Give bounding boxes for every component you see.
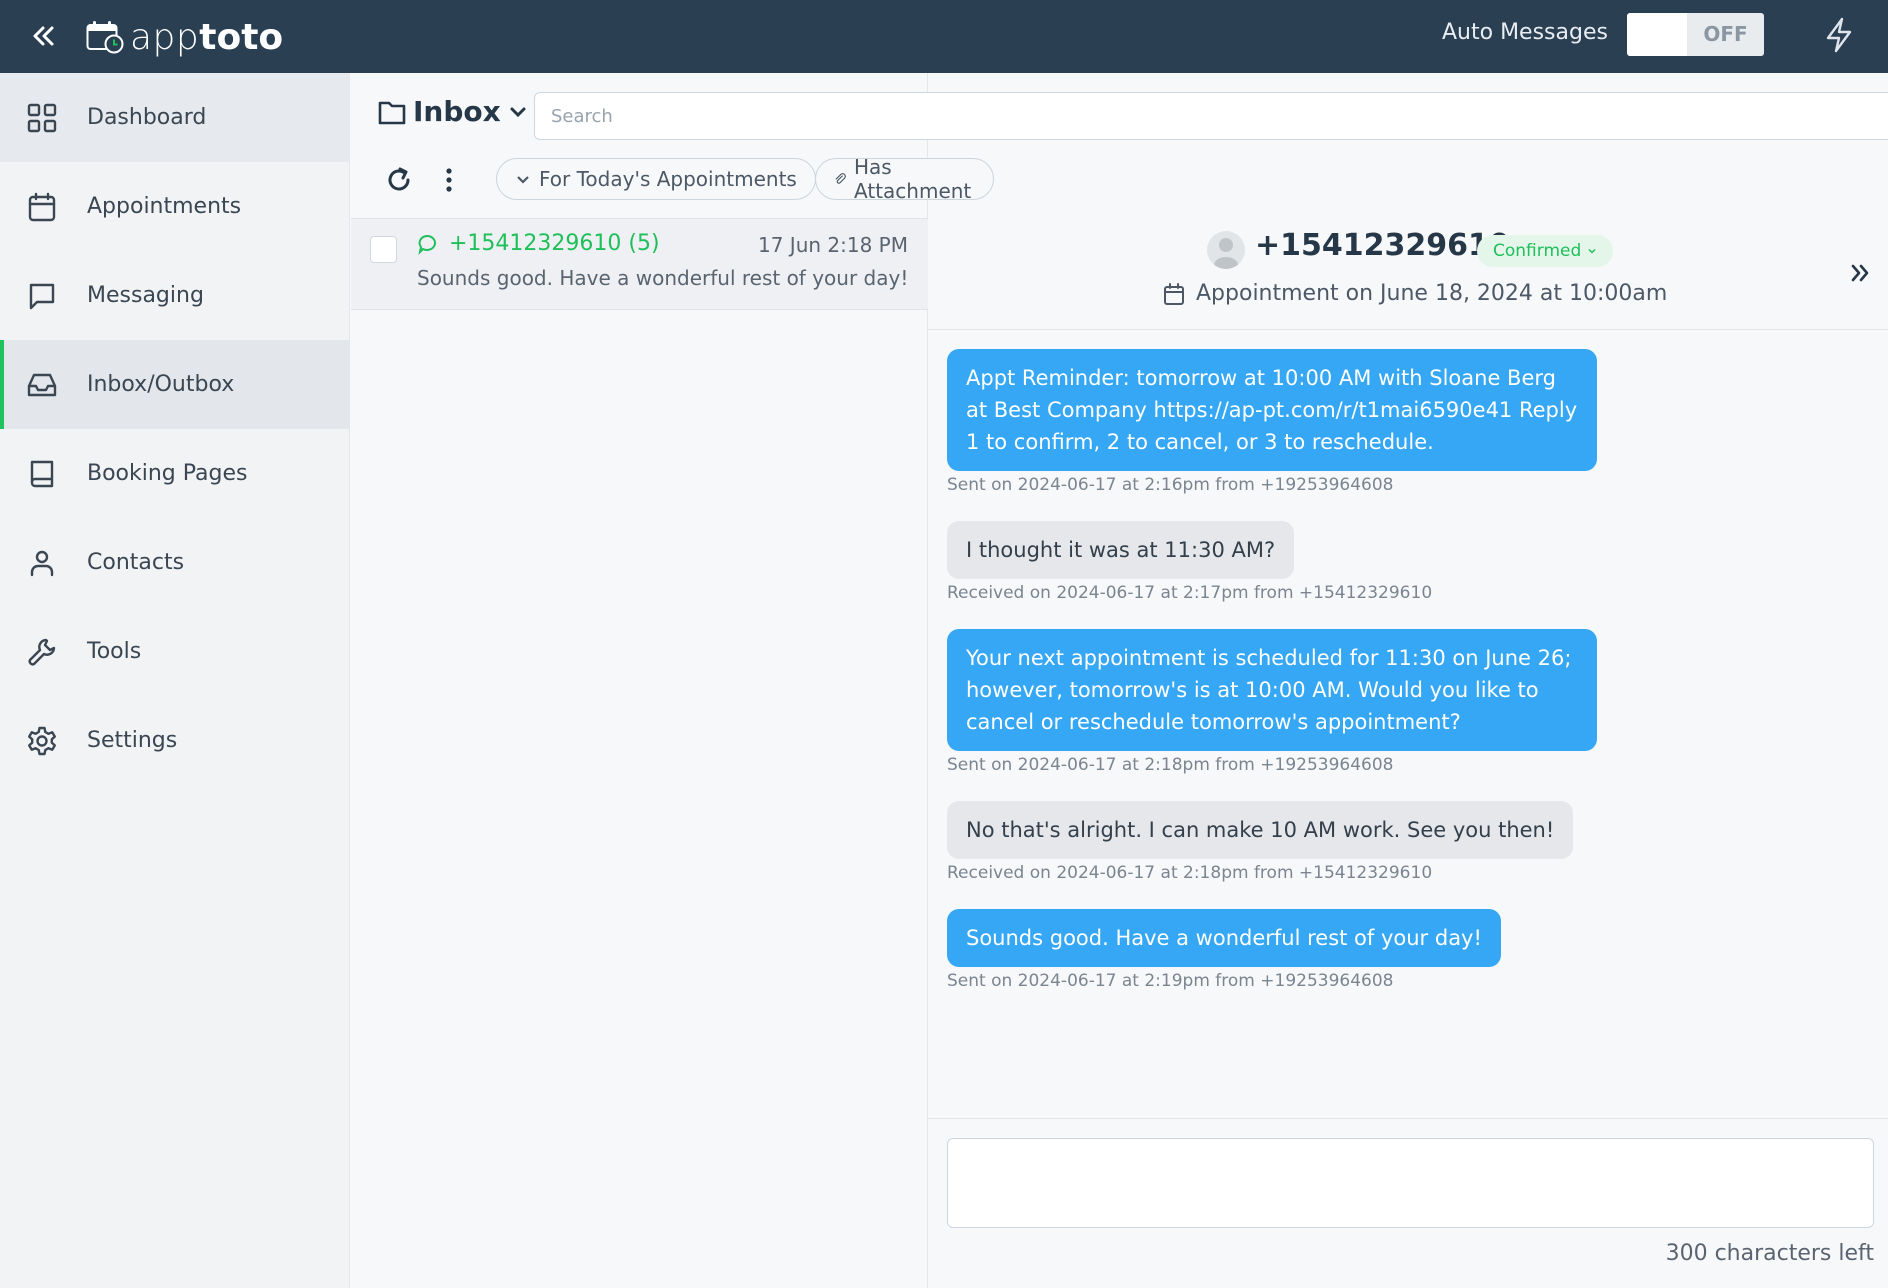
paperclip-icon (835, 173, 846, 184)
appointment-text: Appointment on June 18, 2024 at 10:00am (1196, 281, 1668, 306)
sidebar-item-label: Appointments (87, 194, 242, 219)
folder-label: Inbox (413, 95, 501, 128)
sidebar-item-tools[interactable]: Tools (0, 607, 350, 696)
folder-icon (378, 101, 406, 124)
message-meta: Sent on 2024-06-17 at 2:18pm from +19253… (947, 755, 1394, 775)
message-item: No that's alright. I can make 10 AM work… (947, 801, 1867, 883)
brand-name-bold: toto (199, 16, 284, 58)
sidebar-item-dashboard[interactable]: Dashboard (0, 73, 350, 162)
top-bar: app toto Auto Messages OFF (0, 0, 1888, 73)
contact-phone: +15412329610 (1255, 228, 1510, 263)
collapse-sidebar-button[interactable] (28, 18, 58, 54)
thread-row[interactable]: +15412329610 (5) 17 Jun 2:18 PM Sounds g… (351, 218, 928, 310)
sidebar-item-booking-pages[interactable]: Booking Pages (0, 429, 350, 518)
sidebar-item-label: Contacts (87, 550, 185, 575)
sent-message-bubble: Sounds good. Have a wonderful rest of yo… (947, 909, 1501, 967)
chat-icon (26, 280, 58, 312)
expand-panel-button[interactable] (1846, 258, 1876, 288)
thread-preview: Sounds good. Have a wonderful rest of yo… (417, 266, 909, 290)
chevron-down-icon (1588, 248, 1596, 254)
message-thread: Appt Reminder: tomorrow at 10:00 AM with… (947, 349, 1867, 1017)
sidebar-item-inbox-outbox[interactable]: Inbox/Outbox (0, 340, 350, 429)
filter-has-attachment[interactable]: Has Attachment (815, 155, 995, 203)
message-item: I thought it was at 11:30 AM? Received o… (947, 521, 1867, 603)
calendar-icon (1164, 282, 1184, 305)
sidebar-item-label: Messaging (87, 283, 204, 308)
double-chevron-left-icon (33, 26, 54, 46)
status-badge[interactable]: Confirmed (1477, 235, 1613, 267)
search-input[interactable] (534, 92, 1888, 140)
received-message-bubble: I thought it was at 11:30 AM? (947, 521, 1295, 579)
message-meta: Received on 2024-06-17 at 2:17pm from +1… (947, 583, 1433, 603)
more-options-button[interactable] (443, 165, 455, 195)
auto-messages-label: Auto Messages (1442, 20, 1608, 45)
thread-from: +15412329610 (5) (449, 231, 660, 256)
sidebar-item-label: Tools (87, 639, 142, 664)
brand-name-light: app (130, 16, 200, 58)
sidebar-item-settings[interactable]: Settings (0, 696, 350, 785)
composer-area: 300 characters left (928, 1118, 1888, 1288)
wrench-icon (26, 636, 58, 668)
thread-time: 17 Jun 2:18 PM (758, 233, 908, 257)
chevron-down-icon (517, 176, 529, 184)
conversation-header: +15412329610 Confirmed Appointment on Ju… (928, 218, 1888, 330)
message-meta: Received on 2024-06-17 at 2:18pm from +1… (947, 863, 1433, 883)
sent-message-bubble: Appt Reminder: tomorrow at 10:00 AM with… (947, 349, 1597, 471)
gear-icon (26, 725, 58, 757)
appointment-info: Appointment on June 18, 2024 at 10:00am (1162, 281, 1667, 306)
message-composer-input[interactable] (947, 1138, 1874, 1228)
message-meta: Sent on 2024-06-17 at 2:19pm from +19253… (947, 971, 1394, 991)
sidebar-item-label: Dashboard (87, 105, 207, 130)
received-message-bubble: No that's alright. I can make 10 AM work… (947, 801, 1574, 859)
characters-left-counter: 300 characters left (1665, 1241, 1874, 1266)
filter-label: Has Attachment (854, 155, 972, 203)
refresh-icon (388, 167, 410, 191)
sidebar-item-contacts[interactable]: Contacts (0, 518, 350, 607)
filter-label: For Today's Appointments (539, 167, 797, 191)
sidebar-item-label: Settings (87, 728, 178, 753)
auto-messages-toggle[interactable]: OFF (1627, 13, 1764, 56)
thread-sender: +15412329610 (5) (417, 231, 660, 256)
toggle-knob (1627, 13, 1687, 56)
message-item: Sounds good. Have a wonderful rest of yo… (947, 909, 1867, 991)
sidebar: Dashboard Appointments Messaging Inbox/O… (0, 73, 350, 1288)
sidebar-item-label: Inbox/Outbox (87, 372, 235, 397)
calendar-clock-icon (86, 21, 124, 54)
apptoto-logo[interactable]: app toto (86, 14, 283, 60)
message-meta: Sent on 2024-06-17 at 2:16pm from +19253… (947, 475, 1394, 495)
message-item: Your next appointment is scheduled for 1… (947, 629, 1867, 775)
lightning-bolt-icon (1826, 17, 1852, 53)
user-icon (26, 547, 58, 579)
sent-message-bubble: Your next appointment is scheduled for 1… (947, 629, 1597, 751)
conversation-pane: +15412329610 Confirmed Appointment on Ju… (928, 218, 1888, 1288)
sidebar-item-messaging[interactable]: Messaging (0, 251, 350, 340)
inbox-icon (26, 369, 58, 401)
filter-todays-appointments[interactable]: For Today's Appointments (496, 158, 816, 200)
calendar-icon (26, 191, 58, 223)
folder-selector[interactable]: Inbox (377, 95, 527, 128)
message-list-pane: Inbox For Today's Appointments Has Attac… (351, 73, 995, 1288)
quick-actions-button[interactable] (1822, 16, 1856, 54)
refresh-button[interactable] (384, 165, 414, 195)
avatar (1207, 231, 1245, 269)
chevron-down-icon (510, 107, 526, 117)
double-chevron-right-icon (1851, 264, 1869, 282)
sidebar-item-appointments[interactable]: Appointments (0, 162, 350, 251)
book-icon (26, 458, 58, 490)
vertical-dots-icon (446, 168, 452, 192)
grid-icon (26, 102, 58, 134)
sidebar-item-label: Booking Pages (87, 461, 248, 486)
thread-checkbox[interactable] (370, 236, 397, 263)
status-label: Confirmed (1493, 241, 1582, 261)
toggle-state: OFF (1703, 22, 1748, 46)
message-item: Appt Reminder: tomorrow at 10:00 AM with… (947, 349, 1867, 495)
user-avatar-icon (1214, 238, 1238, 269)
sms-bubble-icon (418, 234, 436, 255)
